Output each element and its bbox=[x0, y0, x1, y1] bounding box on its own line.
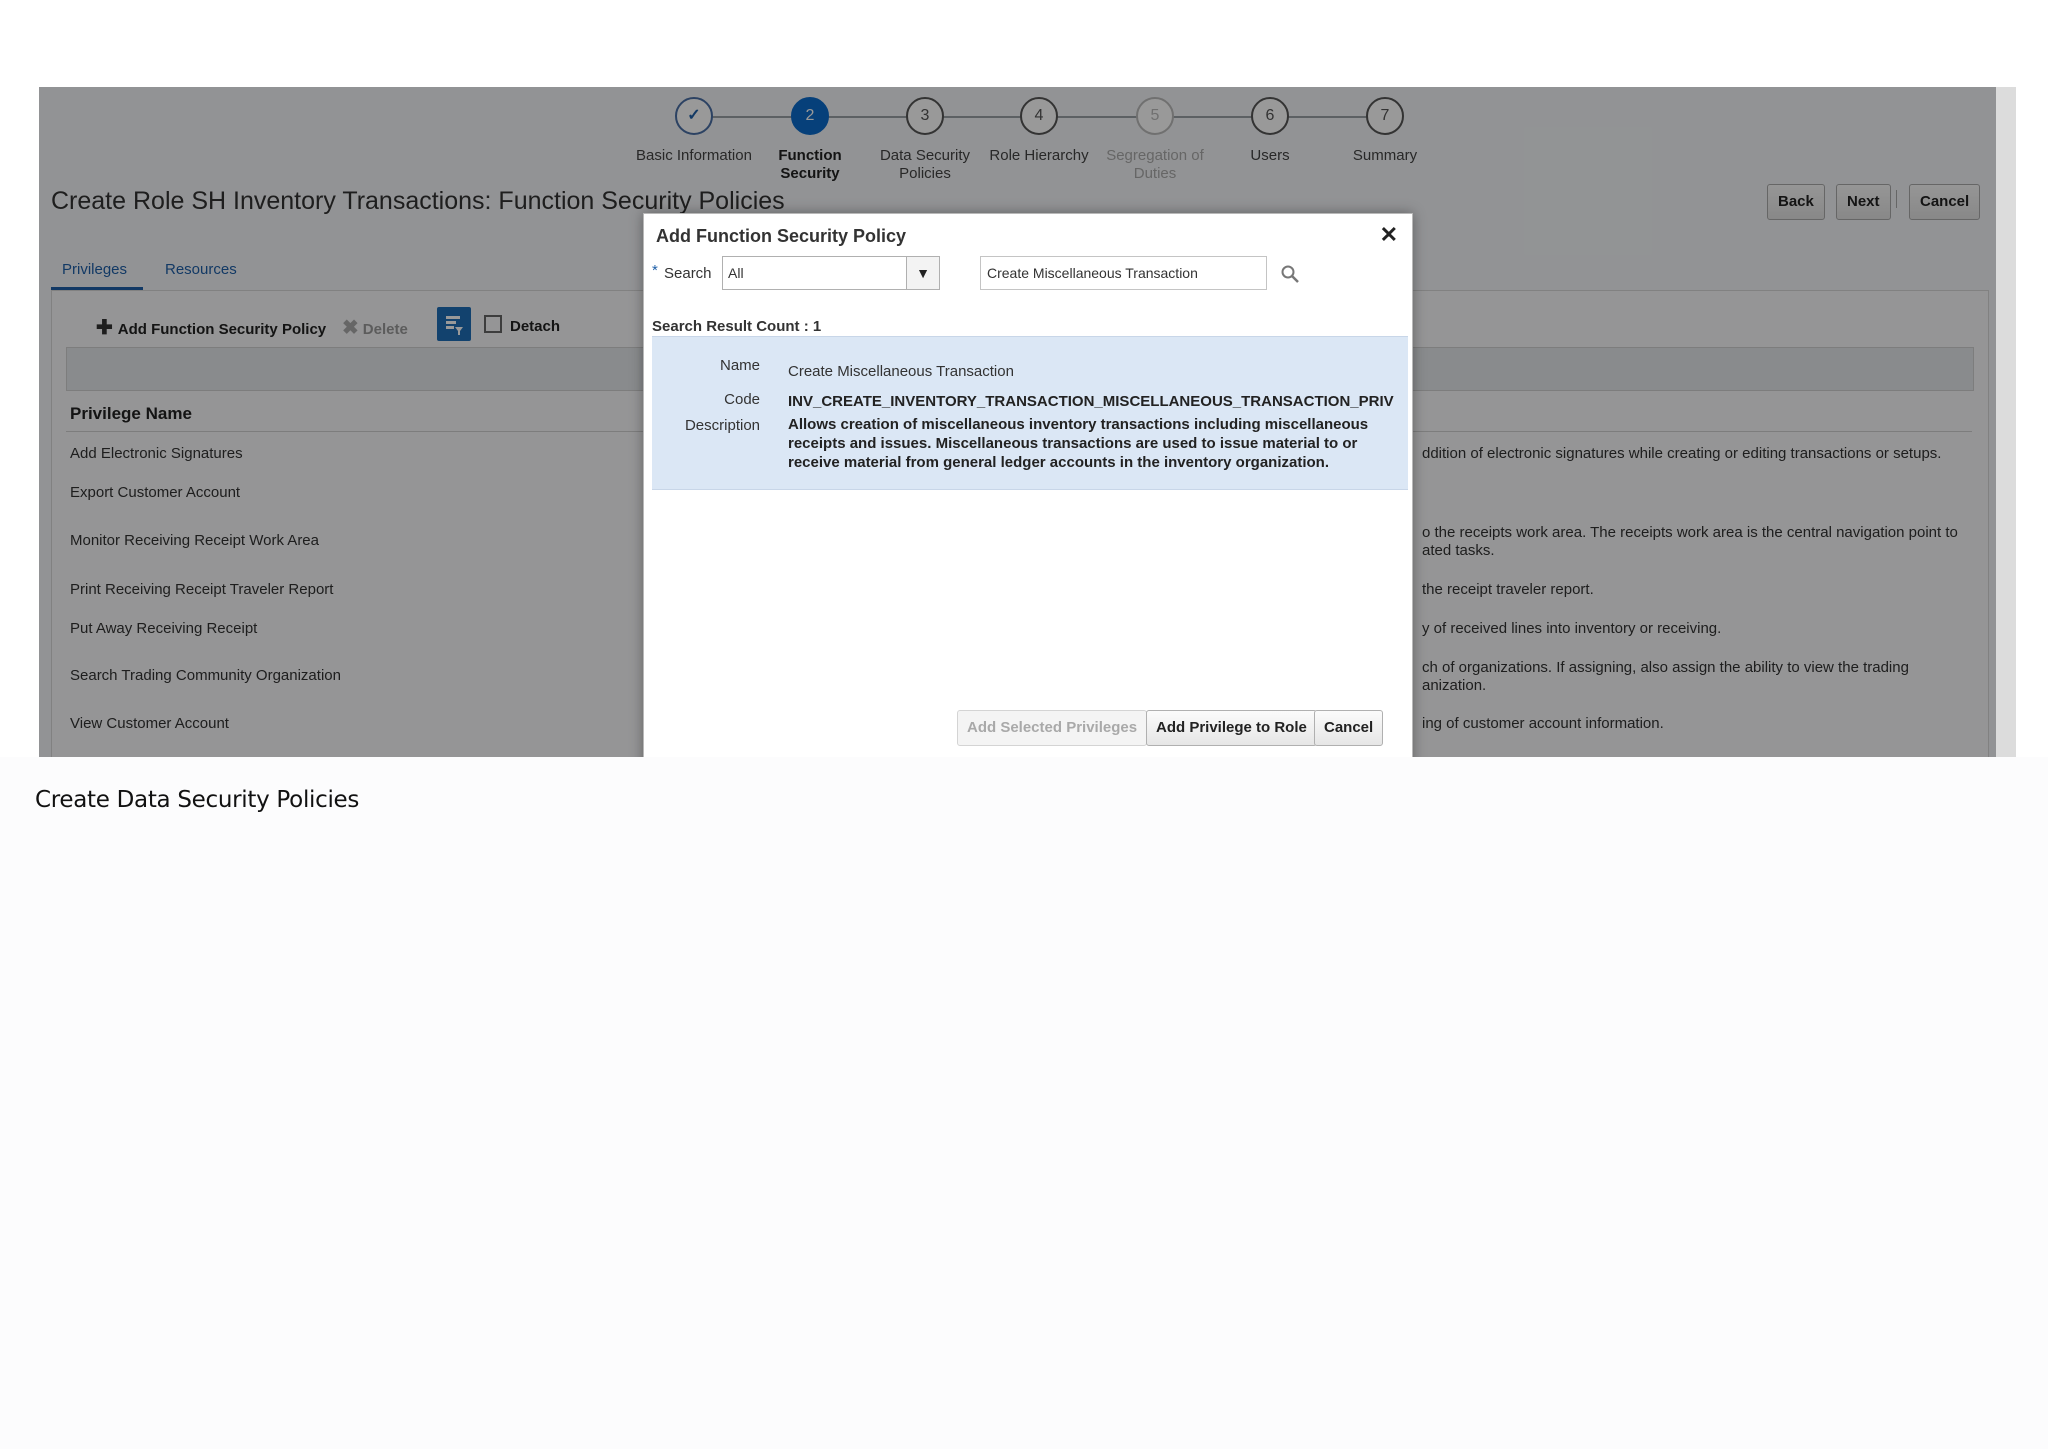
vertical-scrollbar[interactable] bbox=[1996, 87, 2016, 757]
add-function-security-policy-dialog: Add Function Security Policy ✕ * Search … bbox=[643, 213, 1413, 757]
slide-caption: Create Data Security Policies bbox=[35, 787, 360, 813]
chevron-down-icon[interactable]: ▼ bbox=[906, 257, 939, 289]
result-name: Create Miscellaneous Transaction bbox=[788, 363, 1014, 380]
add-privilege-to-role-button[interactable]: Add Privilege to Role bbox=[1146, 710, 1317, 746]
dialog-title: Add Function Security Policy bbox=[656, 226, 907, 246]
dialog-cancel-button[interactable]: Cancel bbox=[1314, 710, 1384, 746]
required-indicator: * bbox=[652, 262, 658, 279]
search-result-count: Search Result Count : 1 bbox=[652, 318, 822, 335]
search-result-row[interactable]: Name Create Miscellaneous Transaction Co… bbox=[652, 336, 1408, 490]
search-scope-value: All bbox=[728, 265, 744, 281]
screenshot-frame: ✓ Basic Information 2 Function Security 3 Dat… bbox=[39, 87, 2016, 757]
result-code-label: Code bbox=[724, 391, 760, 408]
search-input[interactable]: Create Miscellaneous Transaction bbox=[980, 256, 1267, 290]
add-selected-privileges-button[interactable]: Add Selected Privileges bbox=[957, 710, 1148, 746]
resize-handle-icon[interactable] bbox=[1394, 756, 1406, 757]
slide-background bbox=[0, 757, 2048, 1449]
result-description-label: Description bbox=[684, 417, 760, 434]
result-description: Allows creation of miscellaneous invento… bbox=[788, 416, 1369, 471]
search-scope-select[interactable]: All ▼ bbox=[722, 256, 940, 290]
result-code: INV_CREATE_INVENTORY_TRANSACTION_MISCELL… bbox=[788, 393, 1394, 410]
search-icon[interactable] bbox=[1280, 264, 1300, 284]
close-icon[interactable]: ✕ bbox=[1380, 222, 1398, 248]
result-name-label: Name bbox=[719, 357, 760, 374]
search-label: Search bbox=[664, 265, 712, 282]
